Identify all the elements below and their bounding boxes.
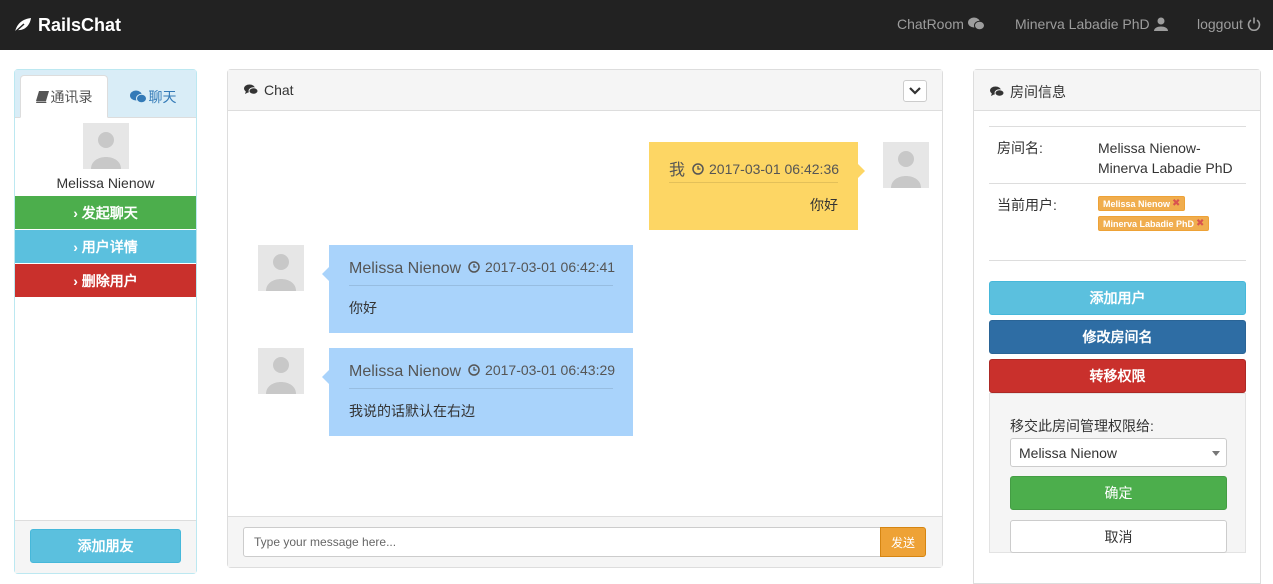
nav-logout-label: loggout [1197, 16, 1243, 32]
user-tag-label: Minerva Labadie PhD [1103, 218, 1195, 229]
room-title: 房间信息 [990, 82, 1066, 102]
room-info-table: 房间名: Melissa Nienow-Minerva Labadie PhD … [989, 126, 1246, 261]
chat-title-label: Chat [264, 82, 294, 98]
collapse-button[interactable] [903, 80, 927, 102]
message-time: 2017-03-01 06:42:36 [692, 161, 839, 177]
user-icon [1153, 17, 1168, 31]
message-time-label: 2017-03-01 06:43:29 [485, 362, 616, 378]
message-bubble-other: Melissa Nienow 2017-03-01 06:42:41 你好 [322, 245, 633, 333]
nav-logout[interactable]: loggout [1197, 16, 1261, 32]
contacts-panel: 通讯录 聊天 Melissa Nienow › 发起聊天 › 用户详情 › 删除… [14, 69, 197, 574]
room-name-row: 房间名: Melissa Nienow-Minerva Labadie PhD [989, 127, 1246, 184]
default-avatar-icon [891, 151, 921, 188]
transfer-select[interactable]: Melissa Nienow [1010, 438, 1227, 467]
clock-icon [468, 364, 480, 376]
remove-user-icon[interactable]: ✖ [1196, 218, 1204, 229]
my-avatar [883, 142, 929, 188]
tab-contacts-label: 通讯录 [50, 88, 93, 105]
message-time: 2017-03-01 06:43:29 [468, 362, 615, 378]
avatar [82, 123, 129, 169]
room-users-key: 当前用户: [997, 197, 1057, 213]
sidebar-tabs: 通讯录 聊天 [15, 70, 196, 118]
contact-card[interactable]: Melissa Nienow [15, 123, 196, 191]
chat-footer: 发送 [228, 516, 942, 567]
user-tag-label: Melissa Nienow [1103, 198, 1171, 209]
nav-chatroom[interactable]: ChatRoom [897, 16, 985, 32]
message-input[interactable] [243, 527, 881, 557]
contact-avatar [258, 245, 304, 291]
cancel-button[interactable]: 取消 [1010, 520, 1227, 553]
default-avatar-icon [90, 132, 121, 169]
chat-messages: 我 2017-03-01 06:42:36 你好 Melissa Nienow … [228, 112, 942, 516]
nav-user[interactable]: Minerva Labadie PhD [1015, 16, 1168, 32]
add-user-button[interactable]: 添加用户 [989, 281, 1246, 315]
delete-user-button[interactable]: › 删除用户 [15, 264, 196, 297]
comments-icon [990, 86, 1004, 97]
message-time: 2017-03-01 06:42:41 [468, 259, 615, 275]
chat-header: Chat [228, 70, 942, 111]
contact-avatar [258, 348, 304, 394]
contact-name: Melissa Nienow [56, 175, 155, 191]
power-icon [1247, 17, 1261, 31]
confirm-button[interactable]: 确定 [1010, 476, 1227, 510]
transfer-permission-button[interactable]: 转移权限 [989, 359, 1246, 393]
nav-chatroom-label: ChatRoom [897, 16, 964, 32]
message-header: 我 2017-03-01 06:42:36 [669, 156, 839, 180]
tab-chat-label: 聊天 [148, 88, 177, 105]
message-sender: 我 [669, 162, 686, 179]
clock-icon [692, 163, 704, 175]
message-text: 你好 [810, 197, 838, 213]
chevron-down-icon [909, 87, 921, 95]
default-avatar-icon [266, 254, 296, 291]
leaf-icon [14, 18, 31, 33]
navbar: RailsChat ChatRoom Minerva Labadie PhD l… [0, 0, 1273, 50]
room-users-row: 当前用户: Melissa Nienow ✖ Minerva Labadie P… [989, 184, 1246, 261]
message-text: 你好 [349, 300, 377, 316]
tab-chat[interactable]: 聊天 [109, 75, 197, 118]
tab-contacts[interactable]: 通讯录 [20, 75, 108, 118]
contacts-footer: 添加朋友 [15, 520, 196, 573]
room-name-value: Melissa Nienow-Minerva Labadie PhD [1098, 140, 1233, 176]
remove-user-icon[interactable]: ✖ [1172, 198, 1180, 209]
transfer-form: 移交此房间管理权限给: Melissa Nienow 确定 取消 [989, 393, 1246, 553]
message-time-label: 2017-03-01 06:42:36 [709, 161, 840, 177]
wechat-icon [129, 90, 147, 103]
nav-user-label: Minerva Labadie PhD [1015, 16, 1150, 32]
message-time-label: 2017-03-01 06:42:41 [485, 259, 616, 275]
brand-link[interactable]: RailsChat [14, 13, 121, 37]
room-title-label: 房间信息 [1010, 84, 1066, 100]
caret-down-icon [1212, 451, 1220, 456]
book-icon [35, 90, 49, 103]
rename-room-button[interactable]: 修改房间名 [989, 320, 1246, 354]
brand-name: RailsChat [38, 14, 122, 35]
message-sender: Melissa Nienow [349, 363, 462, 380]
room-header: 房间信息 [974, 70, 1260, 111]
divider [989, 260, 1246, 261]
room-name-key: 房间名: [997, 140, 1043, 156]
chat-title: Chat [244, 82, 294, 98]
user-tag: Melissa Nienow ✖ [1098, 196, 1186, 211]
start-chat-button[interactable]: › 发起聊天 [15, 196, 196, 229]
default-avatar-icon [266, 357, 296, 394]
message-bubble-other: Melissa Nienow 2017-03-01 06:43:29 我说的话默… [322, 348, 633, 436]
transfer-selected-value: Melissa Nienow [1019, 444, 1118, 461]
user-detail-button[interactable]: › 用户详情 [15, 230, 196, 263]
room-info-panel: 房间信息 房间名: Melissa Nienow-Minerva Labadie… [973, 69, 1261, 584]
message-header: Melissa Nienow 2017-03-01 06:42:41 [349, 259, 615, 278]
message-sender: Melissa Nienow [349, 260, 462, 277]
transfer-label: 移交此房间管理权限给: [1010, 418, 1154, 434]
comments-icon [244, 84, 258, 95]
clock-icon [468, 261, 480, 273]
message-bubble-mine: 我 2017-03-01 06:42:36 你好 [649, 142, 865, 230]
chat-panel: Chat 我 2017-03-01 06:42:36 你好 Melissa Ni… [227, 69, 943, 568]
wechat-icon [967, 17, 985, 31]
add-friend-button[interactable]: 添加朋友 [30, 529, 181, 563]
user-tag: Minerva Labadie PhD ✖ [1098, 216, 1210, 231]
send-button[interactable]: 发送 [880, 527, 926, 557]
message-header: Melissa Nienow 2017-03-01 06:43:29 [349, 362, 615, 381]
message-text: 我说的话默认在右边 [349, 403, 475, 419]
